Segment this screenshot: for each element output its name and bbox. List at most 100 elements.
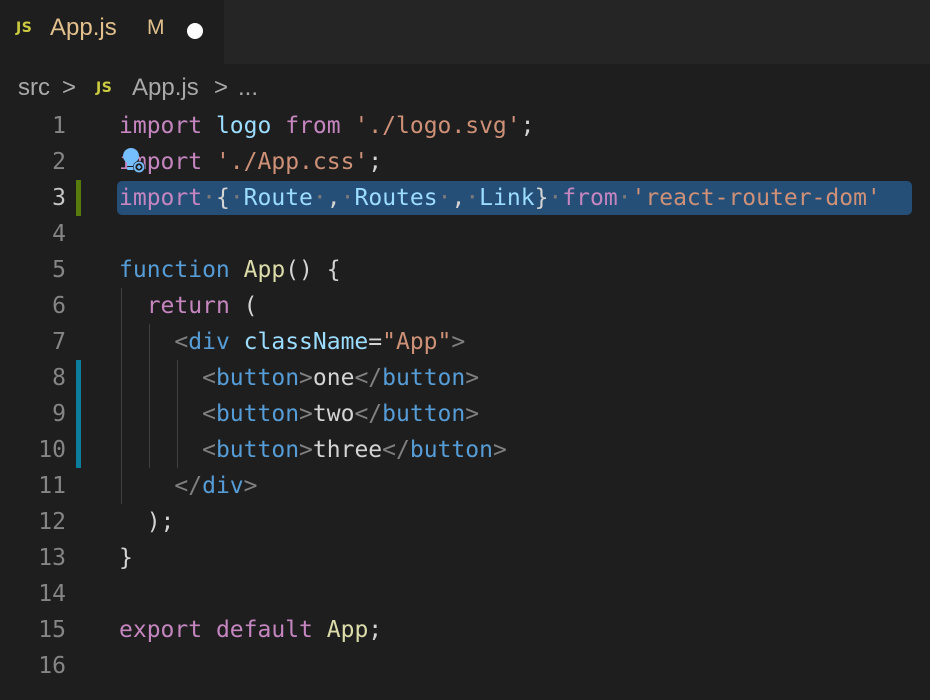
code-line[interactable]: 11 </div>	[0, 468, 930, 504]
code-token: (	[229, 293, 258, 319]
breadcrumb-folder-src[interactable]: src	[18, 74, 50, 102]
breadcrumb: src > JS App.js > ...	[0, 64, 930, 108]
git-modified-marker[interactable]	[76, 432, 81, 468]
code-token: ·	[617, 185, 632, 211]
breadcrumb-symbols[interactable]: ...	[238, 74, 258, 102]
code-line[interactable]: 1 import logo from './logo.svg';	[0, 108, 930, 144]
code-line[interactable]: 15 export default App;	[0, 612, 930, 648]
code-text: import·{·Route·,·Routes·,·Link}·from·'re…	[119, 180, 881, 216]
code-token: export	[119, 617, 203, 643]
breadcrumb-file-app-js[interactable]: App.js	[132, 74, 199, 102]
git-modified-marker[interactable]	[76, 396, 81, 432]
code-text: <button>two</button>	[119, 396, 479, 432]
code-token: </	[174, 473, 203, 499]
code-token: from	[285, 113, 341, 139]
code-token: >	[299, 437, 313, 463]
code-token: './App.css'	[215, 149, 369, 175]
code-token: div	[202, 473, 244, 499]
code-token: >	[243, 473, 258, 499]
code-line[interactable]: 10 <button>three</button>	[0, 432, 930, 468]
code-line[interactable]: 8 <button>one</button>	[0, 360, 930, 396]
tab-app-js[interactable]: JS App.js M	[0, 0, 224, 64]
code-token: () {	[285, 257, 341, 283]
code-editor[interactable]: 1 import logo from './logo.svg'; 2 import '…	[0, 108, 930, 700]
code-line[interactable]: 14	[0, 576, 930, 612]
tab-bar: JS App.js M	[0, 0, 930, 64]
code-text: <button>one</button>	[119, 360, 479, 396]
code-token: ·	[437, 185, 452, 211]
code-text: <div className="App">	[119, 324, 465, 360]
code-token: >	[299, 365, 313, 391]
code-token: >	[492, 437, 507, 463]
code-token: ·	[312, 185, 327, 211]
line-number: 15	[38, 617, 66, 643]
line-number: 9	[52, 401, 66, 427]
code-token: ;	[368, 149, 383, 175]
code-line[interactable]: 4	[0, 216, 930, 252]
code-token: return	[146, 293, 230, 319]
line-number: 2	[52, 149, 66, 175]
line-number: 3	[52, 185, 66, 211]
code-token: >	[465, 365, 480, 391]
code-line[interactable]: 7 <div className="App">	[0, 324, 930, 360]
code-token: one	[312, 365, 355, 391]
code-token: </	[354, 365, 383, 391]
code-token: default	[215, 617, 313, 643]
code-token: {	[215, 185, 230, 211]
code-line[interactable]: 6 return (	[0, 288, 930, 324]
code-token: );	[119, 509, 175, 535]
line-number: 8	[52, 365, 66, 391]
code-line[interactable]: 3 import·{·Route·,·Routes·,·Link}·from·'r…	[0, 180, 930, 216]
code-token: Routes	[354, 185, 438, 211]
code-text: return (	[119, 288, 258, 324]
code-token: from	[562, 185, 618, 211]
code-line[interactable]: 12 );	[0, 504, 930, 540]
code-line[interactable]: 13}	[0, 540, 930, 576]
code-line[interactable]: 16	[0, 648, 930, 684]
lightbulb-icon[interactable]	[122, 146, 148, 176]
code-token: ·	[548, 185, 563, 211]
code-token: Link	[479, 185, 535, 211]
code-text: );	[119, 504, 175, 540]
line-number: 4	[52, 221, 66, 247]
javascript-file-icon: JS	[96, 80, 113, 96]
code-token: button	[215, 437, 300, 463]
code-line[interactable]: 9 <button>two</button>	[0, 396, 930, 432]
code-token: className	[243, 329, 369, 355]
code-token: <	[202, 365, 216, 391]
code-token: import	[119, 113, 203, 139]
code-token: two	[312, 401, 355, 427]
code-token: ·	[340, 185, 355, 211]
git-modified-badge: M	[147, 16, 165, 39]
code-token: >	[465, 401, 480, 427]
code-token: >	[299, 401, 313, 427]
code-token: logo	[215, 113, 272, 139]
code-token: </	[382, 437, 410, 463]
code-token: ;	[368, 617, 383, 643]
code-text: <button>three</button>	[119, 432, 507, 468]
git-added-marker[interactable]	[76, 180, 81, 216]
code-line[interactable]: 5 function App() {	[0, 252, 930, 288]
code-token: button	[215, 401, 300, 427]
tab-title: App.js	[50, 14, 117, 41]
code-token: }	[119, 545, 133, 571]
line-number: 1	[52, 113, 66, 139]
code-token: div	[188, 329, 230, 355]
code-token: App	[326, 617, 369, 643]
code-token: function	[119, 257, 230, 283]
code-text: }	[119, 540, 133, 576]
git-modified-marker[interactable]	[76, 360, 81, 396]
code-token: <	[202, 437, 216, 463]
unsaved-dot-icon[interactable]	[187, 23, 203, 39]
code-token: button	[382, 365, 466, 391]
code-text: import './App.css';	[119, 144, 382, 180]
code-token: }	[534, 185, 549, 211]
code-token: ·	[229, 185, 244, 211]
code-text: import logo from './logo.svg';	[119, 108, 534, 144]
